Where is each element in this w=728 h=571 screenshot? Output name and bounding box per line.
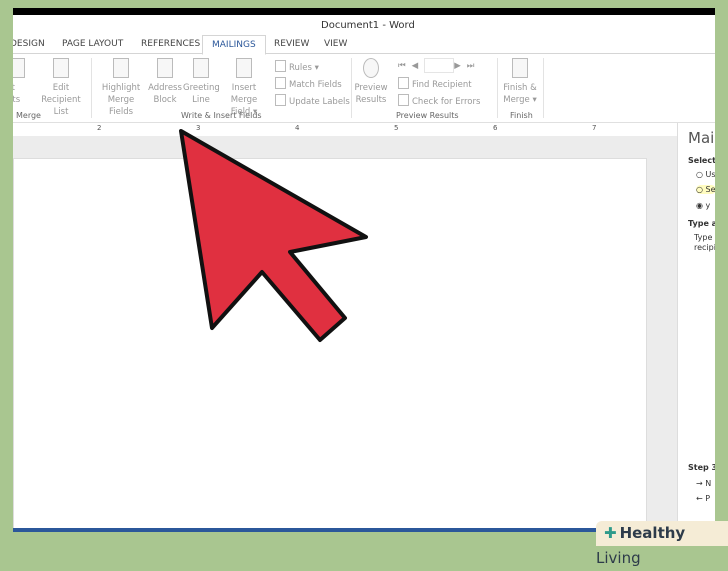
healthy-living-logo: ✚ Healthy Living bbox=[596, 521, 728, 567]
red-arrow-icon bbox=[179, 129, 368, 342]
cross-icon: ✚ bbox=[604, 524, 617, 542]
